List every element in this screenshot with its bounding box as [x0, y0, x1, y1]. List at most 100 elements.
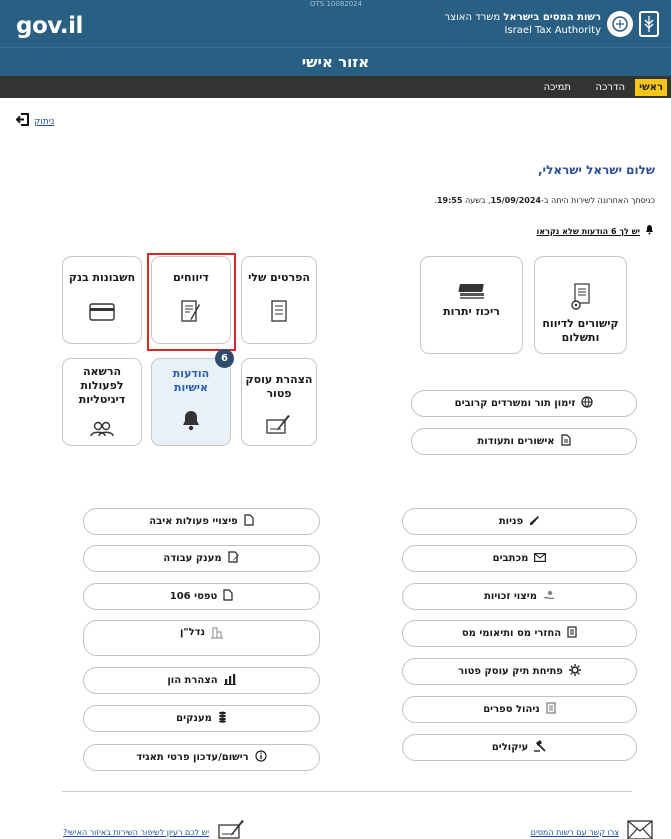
- feedback-link-label[interactable]: יש לכם רעיון לשיפור השירות באיזור האישי?: [63, 828, 209, 837]
- feedback-link[interactable]: יש לכם רעיון לשיפור השירות באיזור האישי?: [63, 820, 247, 839]
- bell-icon: [152, 409, 230, 431]
- nav-item-support[interactable]: תמיכה: [540, 79, 575, 96]
- globe-icon: [581, 396, 593, 411]
- build-tag: OTS 10082024: [310, 0, 363, 8]
- hostile-acts-compensation-button[interactable]: פיצויי פעולות איבה: [83, 508, 320, 535]
- contact-link-label[interactable]: צרו קשר עם רשות המסים: [531, 828, 619, 837]
- selection-highlight: [147, 253, 236, 351]
- nav-item-main[interactable]: ראשי: [635, 79, 667, 96]
- footer-divider: [62, 791, 632, 792]
- nav-item-training[interactable]: הדרכה: [592, 79, 629, 96]
- appointments-button[interactable]: זימון תור ומשרדים קרובים: [411, 390, 637, 417]
- tile-my-details[interactable]: הפרטים שלי: [241, 256, 317, 344]
- credit-card-icon: [63, 303, 141, 321]
- tile-label: ריכוז יתרות: [443, 305, 500, 318]
- authority-seal-icon: [607, 11, 633, 37]
- ledger-icon: [546, 702, 556, 717]
- last-visit-date: 15/09/2024: [490, 196, 541, 205]
- bar-chart-icon: [223, 673, 236, 688]
- state-emblem-icon: [639, 11, 659, 37]
- certificates-button[interactable]: אישורים ותעודות: [411, 428, 637, 455]
- letters-button[interactable]: מכתבים: [402, 545, 637, 572]
- signature-icon: [242, 415, 316, 435]
- building-icon: [211, 627, 224, 642]
- letters-label: מכתבים: [492, 553, 529, 564]
- gear-icon: [568, 664, 581, 679]
- bell-small-icon: [644, 224, 655, 238]
- document-icon: [244, 514, 254, 529]
- form-106-button[interactable]: טפסי 106: [83, 583, 320, 610]
- work-grant-label: מענק עבודה: [163, 553, 222, 564]
- bookkeeping-label: ניהול ספרים: [483, 704, 540, 715]
- logout-button[interactable]: ניתוק: [15, 113, 54, 130]
- liens-label: עיקולים: [491, 742, 529, 753]
- greeting: שלום ישראל ישראלי,: [538, 163, 655, 177]
- document-gear-icon: [535, 283, 626, 311]
- messages-count-badge: 6: [215, 349, 234, 368]
- tile-personal-messages[interactable]: הודעות אישיות: [151, 358, 231, 446]
- contact-link[interactable]: צרו קשר עם רשות המסים: [531, 820, 653, 839]
- last-visit-mid: , בשעה: [462, 196, 491, 205]
- tax-refunds-button[interactable]: החזרי מס ותיאומי מס: [402, 620, 637, 647]
- rights-realization-button[interactable]: מיצוי זכויות: [402, 583, 637, 610]
- grants-label: מענקים: [176, 713, 212, 724]
- tile-bank-accounts[interactable]: חשבונות בנק: [62, 256, 142, 344]
- tile-label: הפרטים שלי: [248, 271, 310, 284]
- tile-label: הודעות אישיות: [172, 367, 210, 394]
- logout-label[interactable]: ניתוק: [34, 117, 54, 127]
- last-visit-prefix: כניסתך האחרונה לשירות היתה ב-: [540, 196, 655, 205]
- form-106-label: טפסי 106: [169, 591, 218, 602]
- info-icon: [255, 750, 267, 765]
- tile-label: הצהרת עוסק פטור: [245, 373, 313, 400]
- capital-declaration-button[interactable]: הצהרת הון: [83, 667, 320, 694]
- bookkeeping-button[interactable]: ניהול ספרים: [402, 696, 637, 723]
- hostile-acts-compensation-label: פיצויי פעולות איבה: [149, 516, 238, 527]
- authority-name-en: Israel Tax Authority: [504, 25, 601, 36]
- envelope-icon: [627, 820, 653, 839]
- ministry-name-he: משרד האוצר: [444, 12, 501, 23]
- grants-button[interactable]: מענקים: [83, 705, 320, 732]
- coins-icon: [218, 711, 227, 726]
- work-grant-button[interactable]: מענק עבודה: [83, 545, 320, 572]
- tax-authority-branding[interactable]: רשות המסים בישראל משרד האוצר Israel Tax …: [444, 10, 659, 38]
- gavel-icon: [534, 740, 547, 755]
- real-estate-button[interactable]: נדל"ן: [83, 620, 320, 656]
- last-visit-info: כניסתך האחרונה לשירות היתה ב-15/09/2024,…: [434, 196, 655, 205]
- tile-reporting-links[interactable]: קישורים לדיווח ותשלום: [534, 256, 627, 354]
- inquiries-label: פניות: [498, 516, 524, 527]
- unread-messages-link[interactable]: יש לך 6 הודעות שלא נקראו: [536, 224, 655, 238]
- document-icon: [223, 589, 233, 604]
- top-header: gov.il OTS 10082024 רשות המסים בישראל מש…: [0, 0, 671, 47]
- hand-coin-icon: [543, 590, 555, 604]
- clipboard-icon: [567, 626, 577, 641]
- tile-balances-summary[interactable]: ריכוז יתרות: [420, 256, 523, 354]
- main-nav: ראשי הדרכה תמיכה: [0, 76, 671, 98]
- capital-declaration-label: הצהרת הון: [167, 675, 218, 686]
- corporation-registration-button[interactable]: רישום/עדכון פרטי תאגיד: [83, 744, 320, 771]
- appointments-label: זימון תור ומשרדים קרובים: [454, 398, 576, 409]
- open-exempt-file-label: פתיחת תיק עוסק פטור: [458, 666, 563, 677]
- tile-digital-authorization[interactable]: הרשאה לפעולות דיגיטליות: [62, 358, 142, 446]
- money-stack-icon: [421, 283, 522, 301]
- corporation-registration-label: רישום/עדכון פרטי תאגיד: [136, 752, 249, 763]
- unread-messages-text[interactable]: יש לך 6 הודעות שלא נקראו: [536, 227, 640, 236]
- pen-icon: [529, 515, 540, 529]
- inquiries-button[interactable]: פניות: [402, 508, 637, 535]
- edit-document-icon: [228, 551, 240, 566]
- tax-refunds-label: החזרי מס ותיאומי מס: [461, 628, 562, 639]
- tile-exempt-dealer-declaration[interactable]: הצהרת עוסק פטור: [241, 358, 317, 446]
- tile-label: קישורים לדיווח ותשלום: [542, 317, 619, 344]
- certificates-label: אישורים ותעודות: [477, 436, 555, 447]
- gov-il-logo[interactable]: gov.il: [16, 13, 83, 39]
- document-icon: [560, 434, 571, 449]
- signature-icon: [217, 820, 247, 839]
- liens-button[interactable]: עיקולים: [402, 734, 637, 761]
- id-document-icon: [242, 299, 316, 323]
- rights-realization-label: מיצוי זכויות: [484, 591, 537, 602]
- open-exempt-file-button[interactable]: פתיחת תיק עוסק פטור: [402, 658, 637, 685]
- authority-name-he: רשות המסים בישראל: [503, 12, 601, 23]
- last-visit-time: 19:55: [436, 196, 463, 205]
- users-icon: [63, 421, 141, 437]
- page-title: אזור אישי: [0, 47, 671, 76]
- logout-icon: [15, 113, 30, 130]
